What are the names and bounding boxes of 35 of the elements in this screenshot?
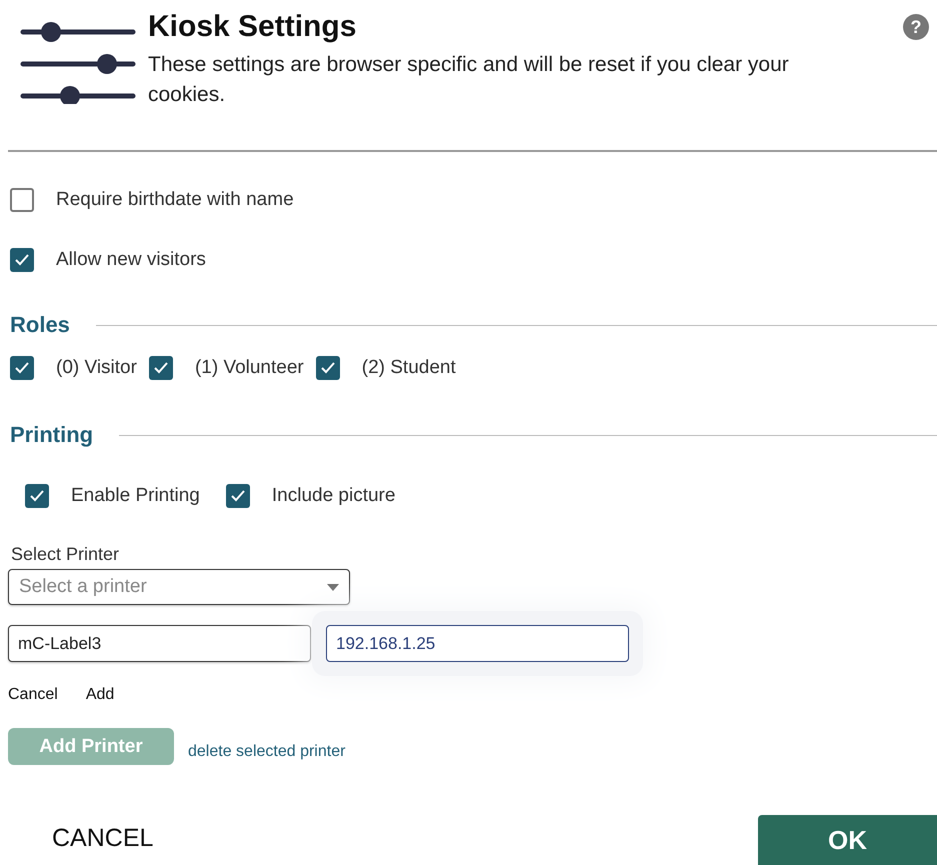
dialog-title: Kiosk Settings	[148, 10, 358, 44]
text-link[interactable]: Cancel	[8, 686, 58, 704]
delete-printer-link[interactable]: delete selected printer	[188, 742, 346, 760]
ok-button[interactable]: OK	[758, 815, 937, 865]
checkbox[interactable]	[226, 484, 250, 508]
checkmark-icon	[14, 361, 30, 375]
checkbox[interactable]	[316, 356, 340, 380]
checkmark-icon	[152, 361, 169, 375]
checkbox[interactable]	[10, 356, 34, 380]
checkbox-label: (1) Volunteer	[194, 357, 304, 379]
checkbox[interactable]	[25, 484, 49, 508]
checkbox-label: Include picture	[272, 485, 396, 507]
checkmark-icon	[320, 361, 336, 375]
checkmark-icon	[14, 253, 30, 267]
checkbox[interactable]	[148, 356, 173, 380]
checkbox[interactable]	[10, 248, 34, 272]
section-heading: Printing	[10, 422, 94, 448]
checkmark-icon	[29, 489, 45, 503]
caret-icon	[327, 584, 339, 590]
text-link[interactable]: Add	[86, 686, 114, 704]
checkbox-label: (0) Visitor	[56, 357, 137, 379]
checkbox-label: Require birthdate with name	[56, 189, 294, 211]
cancel-button[interactable]: CANCEL	[40, 820, 166, 857]
printer-select[interactable]: Select a printer	[8, 569, 350, 605]
checkbox[interactable]	[10, 188, 34, 212]
checkmark-icon	[230, 489, 246, 503]
section-heading: Roles	[10, 312, 70, 338]
printer-name-field[interactable]: mC-Label3	[8, 625, 311, 662]
checkbox-label: Allow new visitors	[56, 249, 206, 271]
field-label: Select Printer	[11, 544, 120, 565]
ip-address-field[interactable]: 192.168.1.25	[326, 625, 629, 662]
help-icon[interactable]: ?	[903, 14, 929, 40]
description-text: These settings are browser specific and will be reset if you clear your cookies.	[148, 52, 790, 108]
checkbox-label: Enable Printing	[71, 485, 200, 507]
checkbox-label: (2) Student	[362, 357, 456, 379]
